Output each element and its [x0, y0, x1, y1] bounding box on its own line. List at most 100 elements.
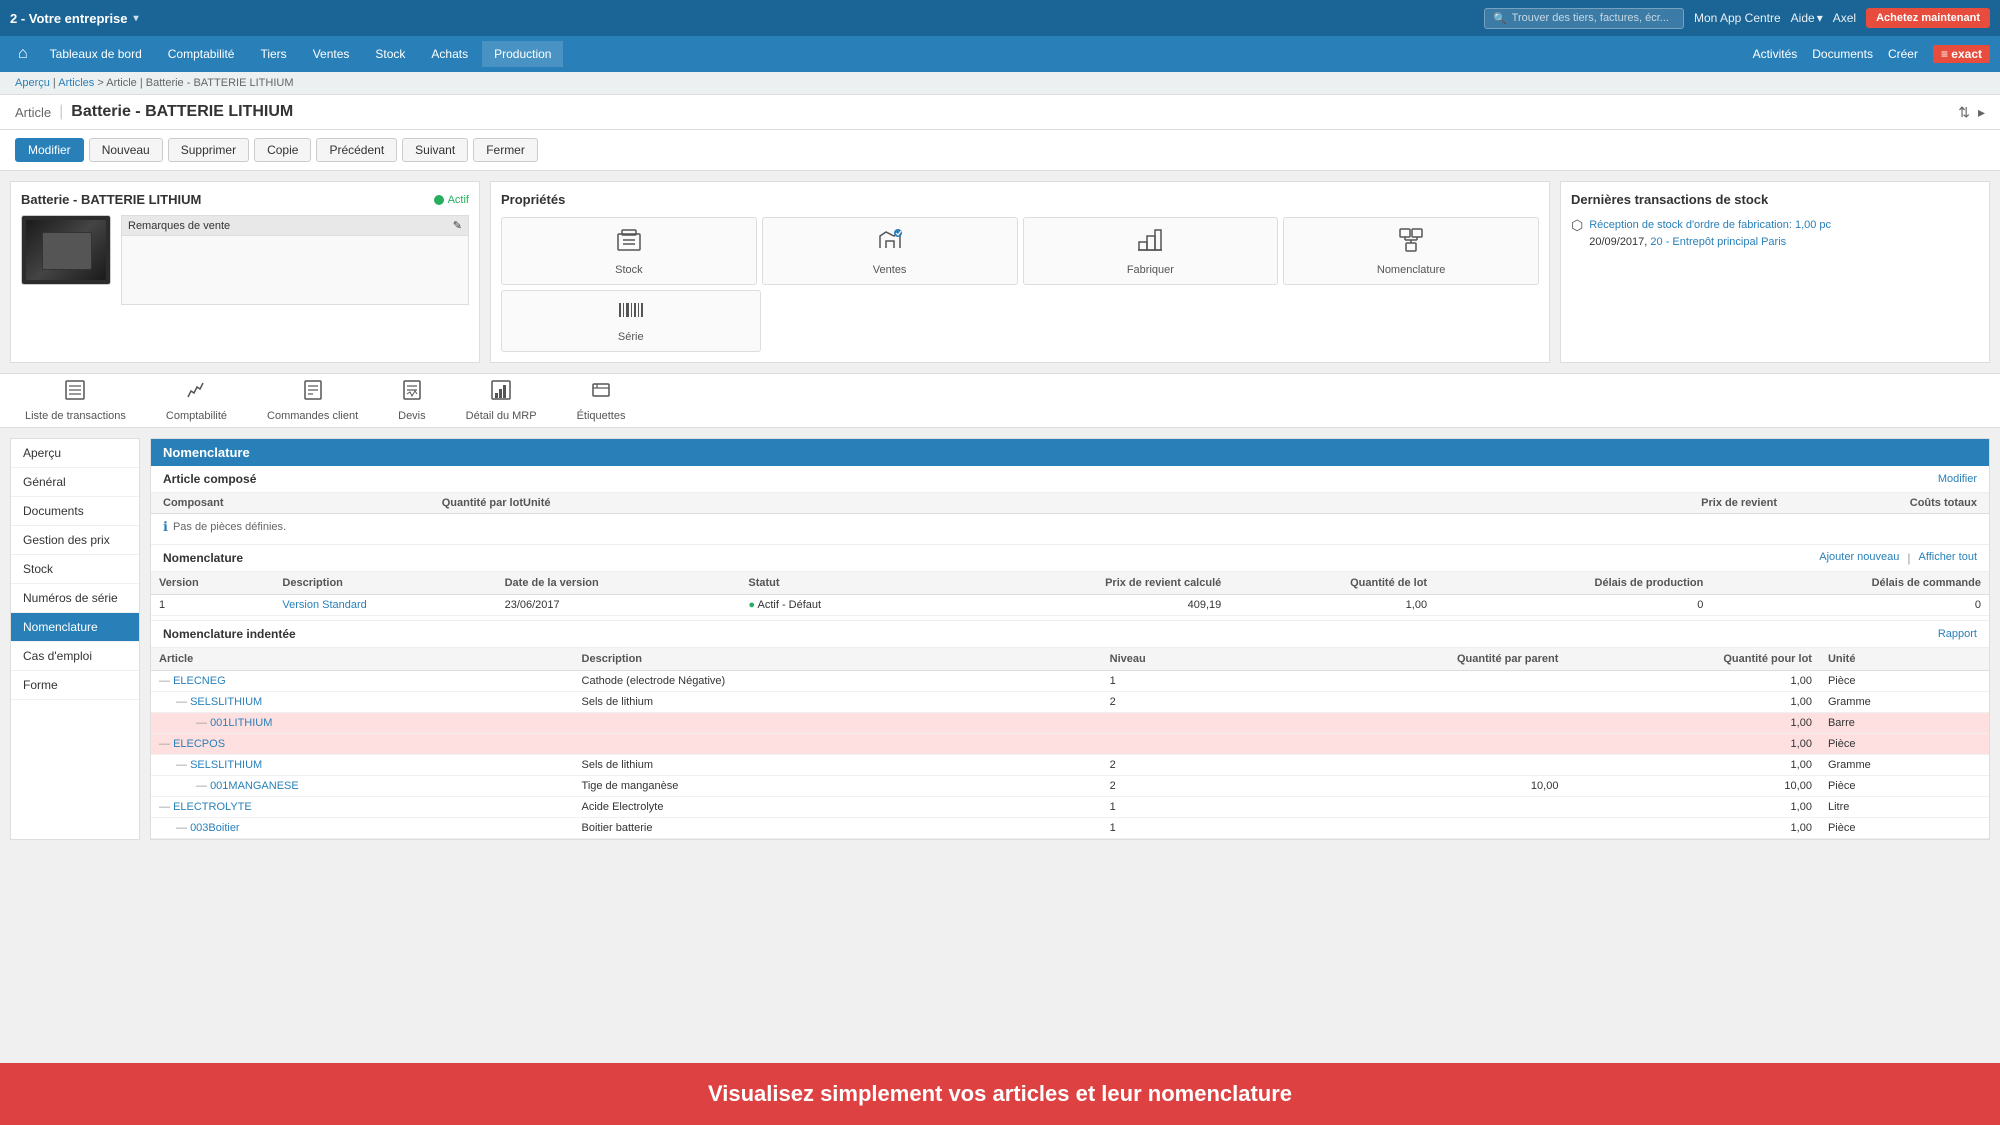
prop-ventes[interactable]: Ventes: [762, 217, 1018, 285]
active-dot-icon: [434, 195, 444, 205]
indent-qty-lot: 1,00: [1566, 671, 1820, 692]
suivant-button[interactable]: Suivant: [402, 138, 468, 162]
sidebar-item-forme[interactable]: Forme: [11, 671, 139, 700]
indent-niveau: 2: [1102, 776, 1271, 797]
tab-label-commandes: Commandes client: [267, 410, 358, 422]
info-icon: ℹ: [163, 519, 168, 535]
precedent-button[interactable]: Précédent: [316, 138, 397, 162]
indent-qty-lot: 1,00: [1566, 818, 1820, 839]
nav-achats[interactable]: Achats: [419, 41, 480, 67]
tab-etiquettes[interactable]: Étiquettes: [567, 374, 636, 429]
indent-code: — ELECNEG: [151, 671, 574, 692]
breadcrumb-apercu[interactable]: Aperçu: [15, 77, 50, 89]
prop-fabriquer[interactable]: Fabriquer: [1023, 217, 1279, 285]
sidebar-item-apercu[interactable]: Aperçu: [11, 439, 139, 468]
table-row[interactable]: — 001LITHIUM 1,00 Barre: [151, 713, 1989, 734]
expand-icon[interactable]: ▸: [1978, 104, 1985, 121]
indent-code: — SELSLITHIUM: [151, 692, 574, 713]
indent-code: — ELECPOS: [151, 734, 574, 755]
home-icon[interactable]: ⌂: [10, 39, 36, 69]
sidebar-item-general[interactable]: Général: [11, 468, 139, 497]
sort-icon[interactable]: ⇅: [1958, 104, 1970, 121]
indent-code: — 001MANGANESE: [151, 776, 574, 797]
indent-unite: Pièce: [1820, 734, 1989, 755]
rapport-link[interactable]: Rapport: [1938, 628, 1977, 640]
table-row[interactable]: — ELECNEG Cathode (electrode Négative) 1…: [151, 671, 1989, 692]
article-panel-header: Batterie - BATTERIE LITHIUM Actif: [21, 192, 469, 207]
notes-input[interactable]: [121, 235, 469, 305]
article-image-area: Remarques de vente ✎: [21, 215, 469, 308]
transaction-link1[interactable]: Réception de stock d'ordre de fabricatio…: [1589, 219, 1831, 231]
section-title: Nomenclature: [163, 445, 250, 460]
nav-production[interactable]: Production: [482, 41, 563, 67]
transaction-location-link[interactable]: 20 - Entrepôt principal Paris: [1650, 236, 1786, 248]
nav-creer[interactable]: Créer: [1888, 47, 1918, 61]
nav-comptabilite[interactable]: Comptabilité: [156, 41, 247, 67]
search-input[interactable]: [1512, 12, 1672, 24]
mon-app-centre-link[interactable]: Mon App Centre: [1694, 11, 1781, 25]
tab-commandes-client[interactable]: Commandes client: [257, 374, 368, 429]
nav-ventes[interactable]: Ventes: [301, 41, 362, 67]
sidebar: Aperçu Général Documents Gestion des pri…: [10, 438, 140, 840]
transactions-panel: Dernières transactions de stock ⬡ Récept…: [1560, 181, 1990, 363]
subsection2-title: Nomenclature: [163, 551, 243, 565]
indent-code: — SELSLITHIUM: [151, 755, 574, 776]
nom-description-link[interactable]: Version Standard: [282, 599, 366, 611]
devis-icon: [401, 379, 423, 407]
fermer-button[interactable]: Fermer: [473, 138, 538, 162]
table-row[interactable]: — 001MANGANESE Tige de manganèse 2 10,00…: [151, 776, 1989, 797]
aide-button[interactable]: Aide ▾: [1791, 11, 1823, 25]
indent-desc: Sels de lithium: [574, 692, 1102, 713]
sidebar-item-stock[interactable]: Stock: [11, 555, 139, 584]
achetez-button[interactable]: Achetez maintenant: [1866, 8, 1990, 28]
tab-comptabilite[interactable]: Comptabilité: [156, 374, 237, 429]
copie-button[interactable]: Copie: [254, 138, 311, 162]
nouveau-button[interactable]: Nouveau: [89, 138, 163, 162]
notes-edit-icon[interactable]: ✎: [453, 219, 462, 232]
indent-desc: [574, 713, 1102, 734]
nav-documents[interactable]: Documents: [1812, 47, 1873, 61]
nom-header-version: Version: [151, 572, 274, 595]
table-row[interactable]: — 003Boitier Boitier batterie 1 1,00 Piè…: [151, 818, 1989, 839]
nav-activites[interactable]: Activités: [1753, 47, 1798, 61]
table-row[interactable]: 1 Version Standard 23/06/2017 ● Actif - …: [151, 595, 1989, 616]
table-row[interactable]: — SELSLITHIUM Sels de lithium 2 1,00 Gra…: [151, 692, 1989, 713]
nom-statut: ● Actif - Défaut: [740, 595, 936, 616]
prop-serie[interactable]: Série: [501, 290, 761, 352]
sidebar-item-gestion-prix[interactable]: Gestion des prix: [11, 526, 139, 555]
top-panels: Batterie - BATTERIE LITHIUM Actif Remarq…: [0, 171, 2000, 373]
tab-label-comptabilite: Comptabilité: [166, 410, 227, 422]
supprimer-button[interactable]: Supprimer: [168, 138, 249, 162]
global-search[interactable]: 🔍: [1484, 8, 1684, 29]
sidebar-item-numeros-serie[interactable]: Numéros de série: [11, 584, 139, 613]
ajouter-nouveau-link[interactable]: Ajouter nouveau: [1819, 551, 1899, 565]
indent-niveau: [1102, 734, 1271, 755]
prop-fabriquer-label: Fabriquer: [1127, 264, 1174, 276]
table-row[interactable]: — SELSLITHIUM Sels de lithium 2 1,00 Gra…: [151, 755, 1989, 776]
breadcrumb-articles[interactable]: Articles: [58, 77, 94, 89]
table-row[interactable]: — ELECPOS 1,00 Pièce: [151, 734, 1989, 755]
prop-stock[interactable]: Stock: [501, 217, 757, 285]
modifier-compose-link[interactable]: Modifier: [1938, 473, 1977, 485]
comptabilite-icon: [185, 379, 207, 407]
etiquettes-icon: [590, 379, 612, 407]
content-area: Aperçu Général Documents Gestion des pri…: [0, 428, 2000, 850]
nav-stock[interactable]: Stock: [363, 41, 417, 67]
sidebar-item-documents[interactable]: Documents: [11, 497, 139, 526]
search-icon: 🔍: [1493, 12, 1507, 25]
company-selector[interactable]: 2 - Votre entreprise ▾: [10, 11, 139, 26]
prop-nomenclature[interactable]: Nomenclature: [1283, 217, 1539, 285]
tab-liste-transactions[interactable]: Liste de transactions: [15, 374, 136, 429]
nav-tiers[interactable]: Tiers: [248, 41, 298, 67]
table-row[interactable]: — ELECTROLYTE Acide Electrolyte 1 1,00 L…: [151, 797, 1989, 818]
sidebar-item-cas-emploi[interactable]: Cas d'emploi: [11, 642, 139, 671]
indent-qty-parent: [1271, 713, 1567, 734]
afficher-tout-link[interactable]: Afficher tout: [1919, 551, 1978, 565]
modifier-button[interactable]: Modifier: [15, 138, 84, 162]
nav-tableaux-de-bord[interactable]: Tableaux de bord: [38, 41, 154, 67]
tab-detail-mrp[interactable]: Détail du MRP: [456, 374, 547, 429]
tab-devis[interactable]: Devis: [388, 374, 436, 429]
sidebar-item-nomenclature[interactable]: Nomenclature: [11, 613, 139, 642]
article-image[interactable]: [21, 215, 111, 285]
header-composant: Composant: [163, 497, 383, 509]
